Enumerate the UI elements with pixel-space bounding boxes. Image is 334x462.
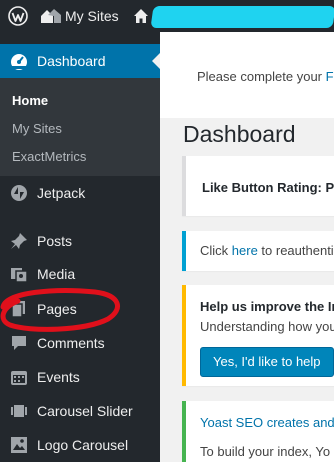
submenu-home[interactable]: Home (0, 87, 160, 115)
complete-notice-link[interactable]: F (326, 69, 334, 84)
menu-posts[interactable]: Posts (0, 224, 160, 258)
menu-jetpack[interactable]: Jetpack (0, 176, 160, 210)
slides-icon (9, 401, 29, 421)
menu-carousel-slider[interactable]: Carousel Slider (0, 394, 160, 428)
menu-posts-label: Posts (37, 233, 73, 249)
dashboard-submenu: Home My Sites ExactMetrics (0, 78, 160, 176)
menu-carousel-slider-label: Carousel Slider (37, 403, 133, 419)
site-home-link[interactable] (123, 0, 155, 32)
complete-notice-text: Please complete your (197, 69, 326, 84)
like-button-rating-notice: Like Button Rating: Pl (182, 156, 334, 216)
yoast-seo-notice: Yoast SEO creates and To build your inde… (182, 401, 334, 462)
menu-media[interactable]: Media (0, 257, 160, 291)
menu-media-label: Media (37, 266, 76, 282)
complete-notice: Please complete your F (160, 32, 334, 118)
wordpress-logo-button[interactable] (0, 0, 36, 32)
menu-pages-label: Pages (37, 301, 77, 317)
reauth-text-before: Click (200, 243, 232, 258)
reauth-text-after: to reauthenti (257, 243, 334, 258)
menu-dashboard[interactable]: Dashboard (0, 44, 160, 78)
yoast-text: To build your index, Yo (200, 444, 331, 459)
media-icon (9, 264, 29, 284)
wordpress-icon (8, 6, 28, 26)
admin-sidebar: Dashboard Home My Sites ExactMetrics Jet… (0, 32, 160, 462)
comment-icon (9, 333, 29, 353)
menu-comments[interactable]: Comments (0, 326, 160, 360)
menu-dashboard-label: Dashboard (37, 53, 106, 69)
my-sites-icon (41, 9, 61, 23)
admin-bar: My Sites (0, 0, 334, 32)
help-improve-text: Understanding how you (200, 319, 334, 334)
reauth-here-link[interactable]: here (232, 243, 258, 258)
page-title: Dashboard (183, 121, 296, 147)
menu-events-label: Events (37, 369, 80, 385)
redacted-site-name (150, 6, 334, 28)
calendar-icon (9, 367, 29, 387)
home-icon (133, 9, 148, 23)
reauthenticate-notice: Click here to reauthenti (182, 231, 334, 271)
dashboard-gauge-icon (11, 54, 27, 70)
image-gallery-icon (9, 435, 29, 455)
yoast-heading-link[interactable]: Yoast SEO creates and (200, 415, 334, 430)
yes-help-button[interactable]: Yes, I'd like to help (200, 347, 334, 377)
menu-pages[interactable]: Pages (0, 292, 160, 326)
current-menu-arrow (152, 53, 160, 69)
jetpack-icon (9, 183, 29, 203)
my-sites-menu[interactable]: My Sites (36, 0, 123, 32)
pages-icon (9, 299, 29, 319)
like-button-rating-text: Like Button Rating: Pl (202, 180, 334, 195)
menu-jetpack-label: Jetpack (37, 185, 86, 201)
help-improve-notice: Help us improve the In Understanding how… (182, 285, 334, 386)
main-content: Please complete your F Dashboard Like Bu… (160, 32, 334, 462)
menu-logo-carousel[interactable]: Logo Carousel (0, 428, 160, 462)
help-improve-heading: Help us improve the In (200, 299, 334, 314)
menu-events[interactable]: Events (0, 360, 160, 394)
menu-comments-label: Comments (37, 335, 105, 351)
menu-logo-carousel-label: Logo Carousel (37, 437, 129, 453)
my-sites-label: My Sites (65, 8, 119, 24)
submenu-exactmetrics[interactable]: ExactMetrics (0, 143, 160, 171)
submenu-my-sites[interactable]: My Sites (0, 115, 160, 143)
pushpin-icon (9, 231, 29, 251)
